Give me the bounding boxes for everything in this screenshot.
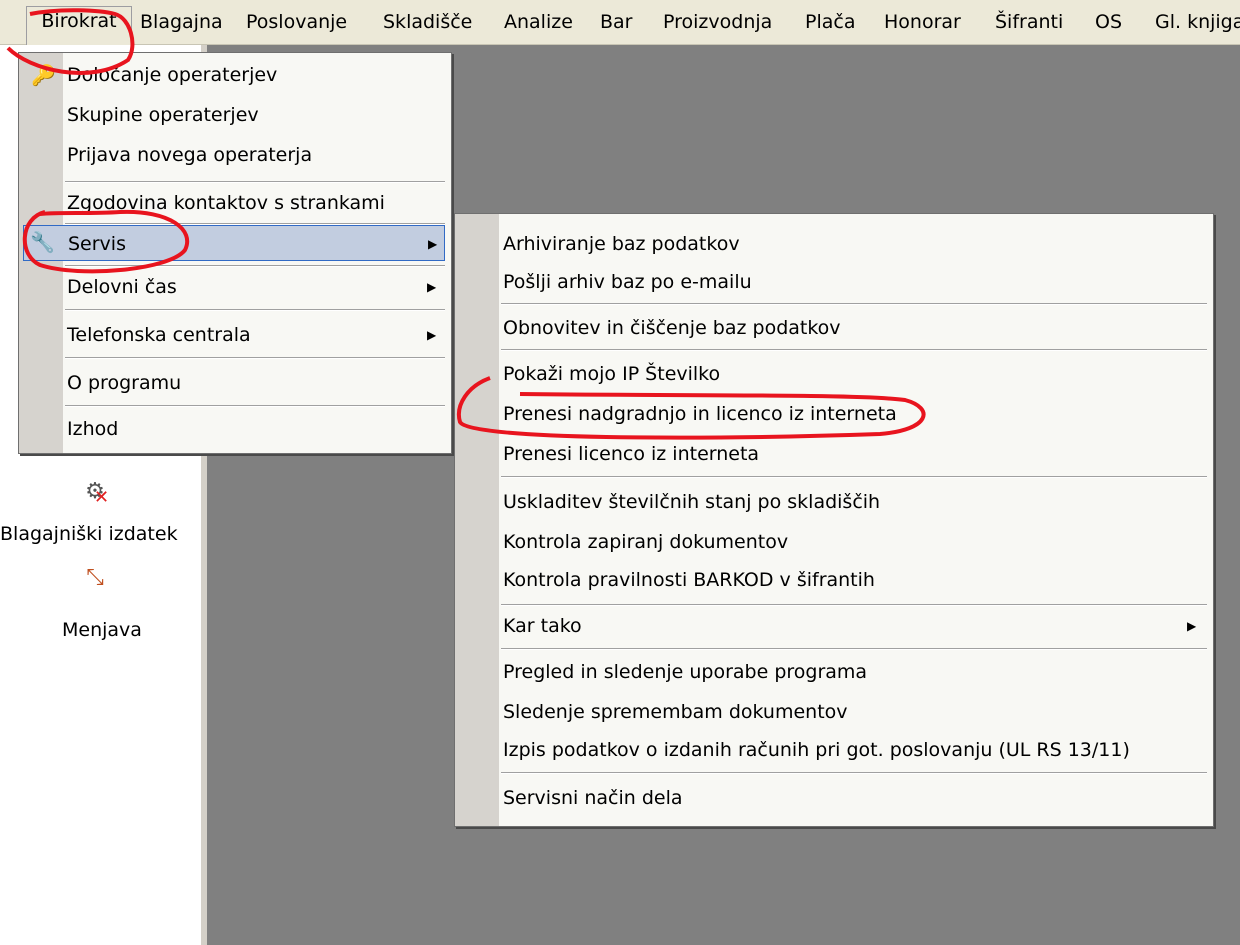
exchange-icon[interactable]: ⤡ (80, 563, 110, 593)
menu-skladisce[interactable]: Skladišče (383, 8, 472, 36)
menu-item-servis[interactable]: 🔧 Servis ▶ (23, 225, 445, 261)
menu-separator (65, 181, 445, 183)
menu-item-prijava-operaterja[interactable]: Prijava novega operaterja (67, 137, 312, 173)
menu-item-skupine-operaterjev[interactable]: Skupine operaterjev (67, 97, 259, 133)
menu-item-telefonska-centrala[interactable]: Telefonska centrala (67, 317, 251, 353)
menu-birokrat[interactable]: Birokrat (26, 6, 132, 45)
menu-item-servis-label: Servis (68, 233, 126, 255)
menu-separator (501, 476, 1207, 478)
menu-item-pregled-sledenje[interactable]: Pregled in sledenje uporabe programa (503, 654, 867, 690)
menu-separator (65, 357, 445, 359)
menu-separator (501, 303, 1207, 305)
menu-item-servisni-nacin[interactable]: Servisni način dela (503, 780, 683, 816)
menu-item-izpis-podatkov[interactable]: Izpis podatkov o izdanih računih pri got… (503, 732, 1130, 768)
submenu-arrow-icon: ▶ (427, 328, 437, 342)
menubar: Birokrat Blagajna Poslovanje Skladišče A… (0, 0, 1240, 45)
menu-gl-knjiga[interactable]: Gl. knjiga (1155, 8, 1240, 36)
menu-os[interactable]: OS (1095, 8, 1122, 36)
menu-separator (501, 349, 1207, 351)
menu-blagajna[interactable]: Blagajna (140, 8, 223, 36)
shortcut-label[interactable]: Blagajniški izdatek (0, 523, 178, 545)
menu-item-arhiviranje[interactable]: Arhiviranje baz podatkov (503, 226, 740, 262)
menu-item-uskladitev[interactable]: Uskladitev številčnih stanj po skladišči… (503, 484, 880, 520)
submenu-arrow-icon: ▶ (1187, 619, 1197, 633)
menu-item-obnovitev[interactable]: Obnovitev in čiščenje baz podatkov (503, 310, 841, 346)
birokrat-dropdown: 🔑 Določanje operaterjev Skupine operater… (18, 52, 452, 454)
menu-item-pokazi-ip[interactable]: Pokaži mojo IP Številko (503, 356, 720, 392)
menu-honorar[interactable]: Honorar (884, 8, 961, 36)
menu-item-kontrola-barkod[interactable]: Kontrola pravilnosti BARKOD v šifrantih (503, 562, 875, 598)
menu-gutter (455, 214, 499, 826)
menu-item-prenesi-licenco[interactable]: Prenesi licenco iz interneta (503, 436, 759, 472)
key-icon: 🔑 (31, 63, 56, 87)
menu-item-prenesi-nadgradnjo[interactable]: Prenesi nadgradnjo in licenco iz interne… (503, 396, 897, 432)
servis-submenu: Arhiviranje baz podatkov Pošlji arhiv ba… (454, 213, 1214, 827)
menu-item-delovni-cas[interactable]: Delovni čas (67, 269, 177, 305)
shortcut-label[interactable]: Menjava (62, 619, 142, 641)
menu-sifranti[interactable]: Šifranti (995, 8, 1063, 36)
menu-item-o-programu[interactable]: O programu (67, 365, 181, 401)
menu-item-sledenje-spremembam[interactable]: Sledenje spremembam dokumentov (503, 694, 848, 730)
menu-separator (501, 772, 1207, 774)
menu-item-poslji-arhiv[interactable]: Pošlji arhiv baz po e-mailu (503, 264, 752, 300)
submenu-arrow-icon: ▶ (428, 237, 438, 251)
menu-item-izhod[interactable]: Izhod (67, 411, 118, 447)
wrench-icon: 🔧 (30, 230, 55, 254)
cash-out-icon[interactable]: ⚙ ✕ (80, 477, 110, 508)
menu-poslovanje[interactable]: Poslovanje (246, 8, 347, 36)
menu-placa[interactable]: Plača (805, 8, 855, 36)
menu-item-dolocanje-operaterjev[interactable]: Določanje operaterjev (67, 57, 277, 93)
menu-separator (501, 648, 1207, 650)
menu-item-zgodovina-kontaktov[interactable]: Zgodovina kontaktov s strankami (67, 185, 385, 221)
submenu-arrow-icon: ▶ (427, 280, 437, 294)
menu-item-kar-tako[interactable]: Kar tako (503, 608, 582, 644)
menu-separator (501, 604, 1207, 606)
menu-item-kontrola-zapiranj[interactable]: Kontrola zapiranj dokumentov (503, 524, 788, 560)
menu-analize[interactable]: Analize (504, 8, 573, 36)
menu-proizvodnja[interactable]: Proizvodnja (663, 8, 772, 36)
menu-separator (65, 309, 445, 311)
menu-separator (65, 265, 445, 267)
menu-separator (65, 405, 445, 407)
menu-bar[interactable]: Bar (600, 8, 633, 36)
